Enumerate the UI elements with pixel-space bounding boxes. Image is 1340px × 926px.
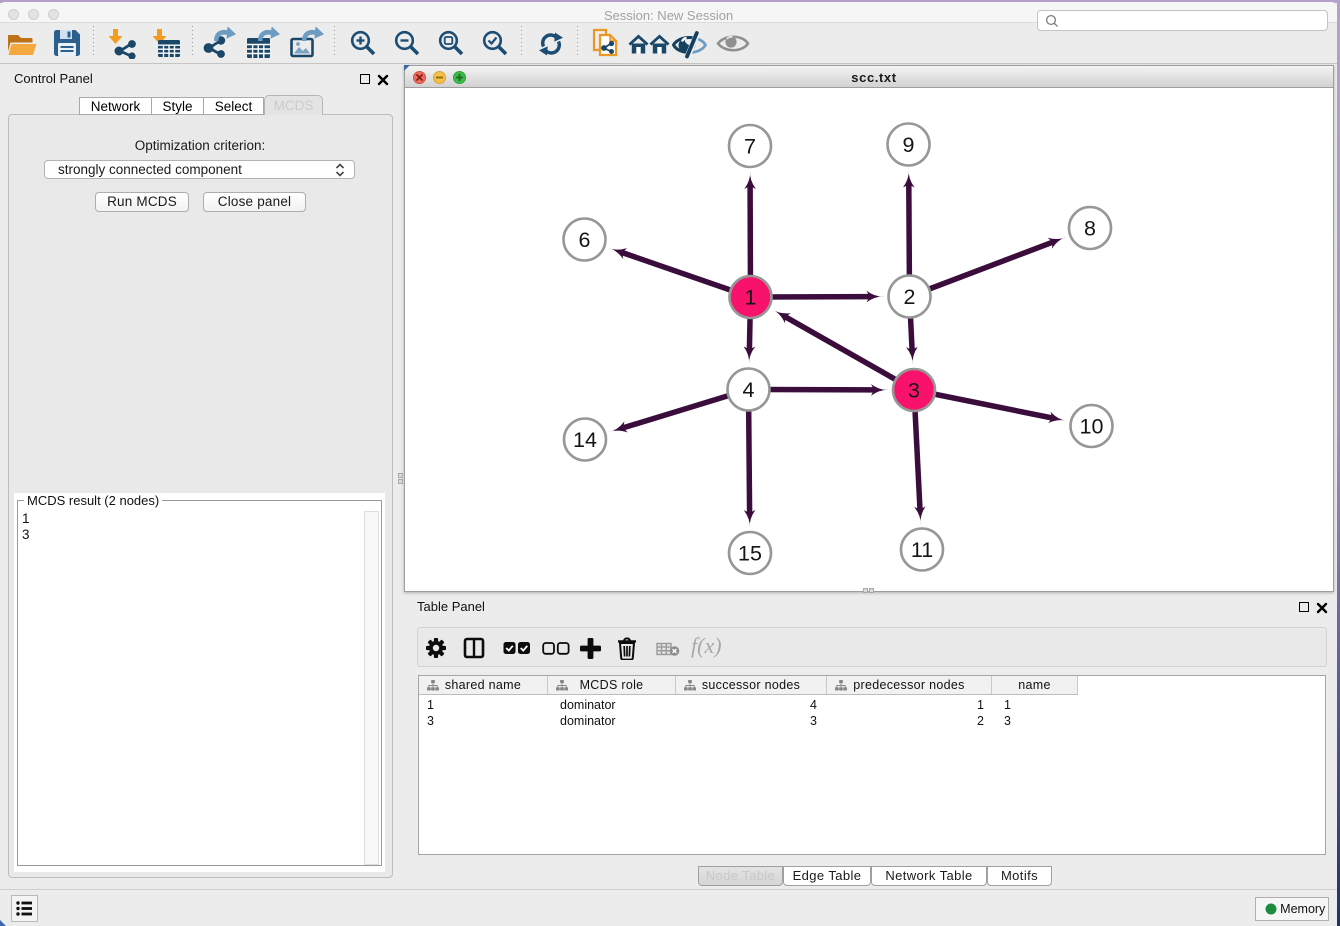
svg-text:3: 3 [908, 379, 920, 403]
svg-text:2: 2 [904, 285, 916, 309]
svg-text:6: 6 [579, 228, 591, 252]
svg-text:11: 11 [911, 538, 933, 562]
svg-text:10: 10 [1080, 415, 1104, 439]
svg-text:4: 4 [743, 378, 755, 402]
svg-text:8: 8 [1084, 217, 1096, 241]
svg-text:1: 1 [745, 286, 757, 310]
svg-text:15: 15 [738, 542, 762, 566]
svg-text:14: 14 [573, 428, 597, 452]
svg-text:9: 9 [903, 133, 915, 157]
svg-text:7: 7 [744, 135, 756, 159]
